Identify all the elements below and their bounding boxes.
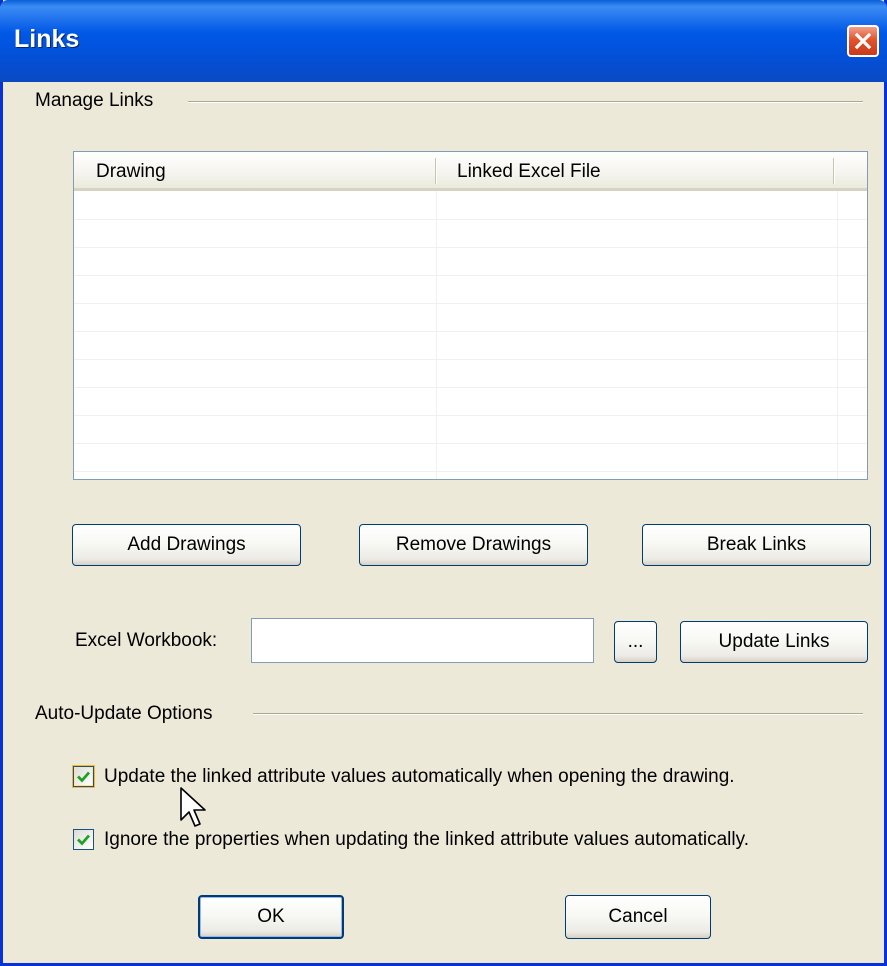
window-title: Links: [14, 25, 80, 53]
links-list[interactable]: Drawing Linked Excel File: [73, 151, 868, 480]
links-dialog: Links Manage Links Drawing Linked Excel …: [0, 0, 887, 966]
grid-row-line: [74, 471, 867, 472]
excel-workbook-label: Excel Workbook:: [75, 630, 218, 651]
remove-drawings-button[interactable]: Remove Drawings: [359, 524, 588, 566]
break-links-button[interactable]: Break Links: [642, 524, 871, 566]
checkmark-icon: [77, 771, 91, 783]
auto-update-on-open-checkbox[interactable]: [73, 766, 94, 787]
manage-links-group-label: Manage Links: [35, 90, 160, 112]
grid-row-line: [74, 415, 867, 416]
checkmark-icon: [77, 834, 91, 846]
close-button[interactable]: [847, 25, 879, 57]
auto-update-group-label: Auto-Update Options: [35, 703, 219, 725]
browse-button[interactable]: ...: [614, 621, 657, 663]
excel-workbook-input[interactable]: [251, 618, 594, 663]
add-drawings-button[interactable]: Add Drawings: [72, 524, 301, 566]
auto-update-divider: [253, 713, 863, 715]
update-links-button[interactable]: Update Links: [680, 621, 868, 663]
ok-button[interactable]: OK: [198, 895, 344, 939]
mouse-pointer-icon: [180, 787, 206, 827]
ignore-properties-label[interactable]: Ignore the properties when updating the …: [104, 829, 749, 851]
column-header-drawing[interactable]: Drawing: [74, 152, 436, 188]
column-header-linked-excel-file[interactable]: Linked Excel File: [435, 152, 835, 188]
close-icon: [854, 32, 872, 50]
grid-row-line: [74, 359, 867, 360]
ignore-properties-checkbox[interactable]: [73, 829, 94, 850]
grid-column-line: [837, 191, 838, 479]
grid-row-line: [74, 219, 867, 220]
title-bar[interactable]: Links: [0, 0, 887, 82]
grid-row-line: [74, 275, 867, 276]
column-divider[interactable]: [833, 158, 835, 184]
grid-row-line: [74, 443, 867, 444]
auto-update-on-open-label[interactable]: Update the linked attribute values autom…: [104, 766, 735, 788]
grid-row-line: [74, 303, 867, 304]
manage-links-divider: [188, 101, 863, 103]
grid-row-line: [74, 387, 867, 388]
grid-column-line: [436, 191, 437, 479]
cancel-button[interactable]: Cancel: [565, 895, 711, 939]
grid-row-line: [74, 247, 867, 248]
links-list-header: Drawing Linked Excel File: [74, 152, 867, 191]
grid-row-line: [74, 331, 867, 332]
